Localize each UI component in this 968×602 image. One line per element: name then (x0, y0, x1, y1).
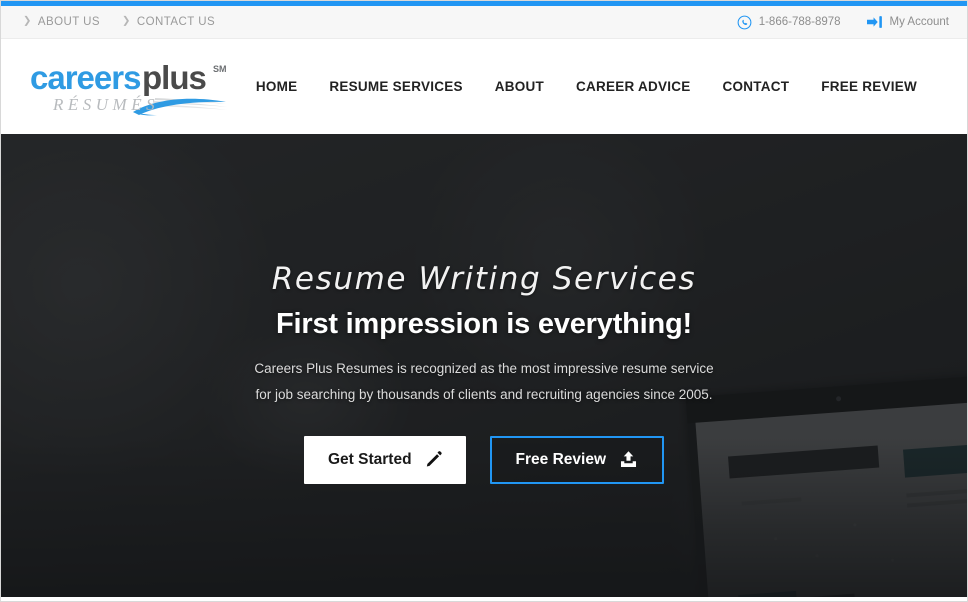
pencil-icon (425, 451, 442, 468)
topbar-link-contact-us[interactable]: ❯ CONTACT US (122, 16, 215, 28)
my-account-link[interactable]: My Account (866, 15, 949, 29)
hero-section: Resume Writing Services First impression… (1, 134, 967, 597)
chevron-right-icon: ❯ (23, 15, 32, 27)
chevron-right-icon: ❯ (122, 15, 131, 27)
nav-item-career-advice[interactable]: CAREER ADVICE (560, 73, 707, 100)
topbar-link-label: ABOUT US (37, 16, 101, 28)
nav-item-resume-services[interactable]: RESUME SERVICES (313, 73, 478, 100)
svg-text:RÉSUMÉS: RÉSUMÉS (52, 95, 159, 114)
hero-eyebrow: Resume Writing Services (271, 261, 697, 297)
main-navigation: HOME RESUME SERVICES ABOUT CAREER ADVICE… (240, 73, 945, 100)
site-logo[interactable]: careers plus SM RÉSUMÉS (29, 57, 234, 117)
hero-title: First impression is everything! (275, 308, 693, 341)
nav-item-about[interactable]: ABOUT (479, 73, 560, 100)
phone-number-label: 1-866-788-8978 (758, 16, 841, 28)
svg-text:plus: plus (142, 59, 206, 96)
site-header: careers plus SM RÉSUMÉS HOME RESUME SERV… (1, 39, 967, 134)
sign-in-icon (866, 15, 883, 29)
utility-topbar: ❯ ABOUT US ❯ CONTACT US 1-866-788-8978 M… (1, 6, 967, 39)
phone-number-link[interactable]: 1-866-788-8978 (737, 15, 841, 30)
upload-icon (619, 450, 638, 469)
svg-text:SM: SM (213, 64, 227, 74)
get-started-label: Get Started (327, 450, 412, 468)
hero-description: Careers Plus Resumes is recognized as th… (254, 361, 714, 403)
logo-artwork: careers plus SM RÉSUMÉS (30, 59, 227, 115)
nav-item-contact[interactable]: CONTACT (706, 73, 805, 100)
free-review-label: Free Review (515, 450, 607, 468)
topbar-link-about-us[interactable]: ❯ ABOUT US (23, 16, 100, 28)
topbar-links: ❯ ABOUT US ❯ CONTACT US (23, 16, 215, 28)
nav-item-home[interactable]: HOME (240, 73, 314, 100)
hero-cta-group: Get Started Free Review (303, 435, 665, 484)
free-review-button[interactable]: Free Review (489, 435, 665, 484)
topbar-link-label: CONTACT US (136, 16, 216, 28)
my-account-label: My Account (889, 16, 949, 28)
svg-text:careers: careers (30, 59, 140, 96)
page-root: ❯ ABOUT US ❯ CONTACT US 1-866-788-8978 M… (0, 0, 968, 602)
whatsapp-phone-icon (737, 15, 752, 30)
nav-item-free-review[interactable]: FREE REVIEW (805, 73, 933, 100)
hero-content: Resume Writing Services First impression… (1, 134, 967, 597)
topbar-actions: 1-866-788-8978 My Account (737, 15, 949, 30)
get-started-button[interactable]: Get Started (303, 435, 466, 484)
